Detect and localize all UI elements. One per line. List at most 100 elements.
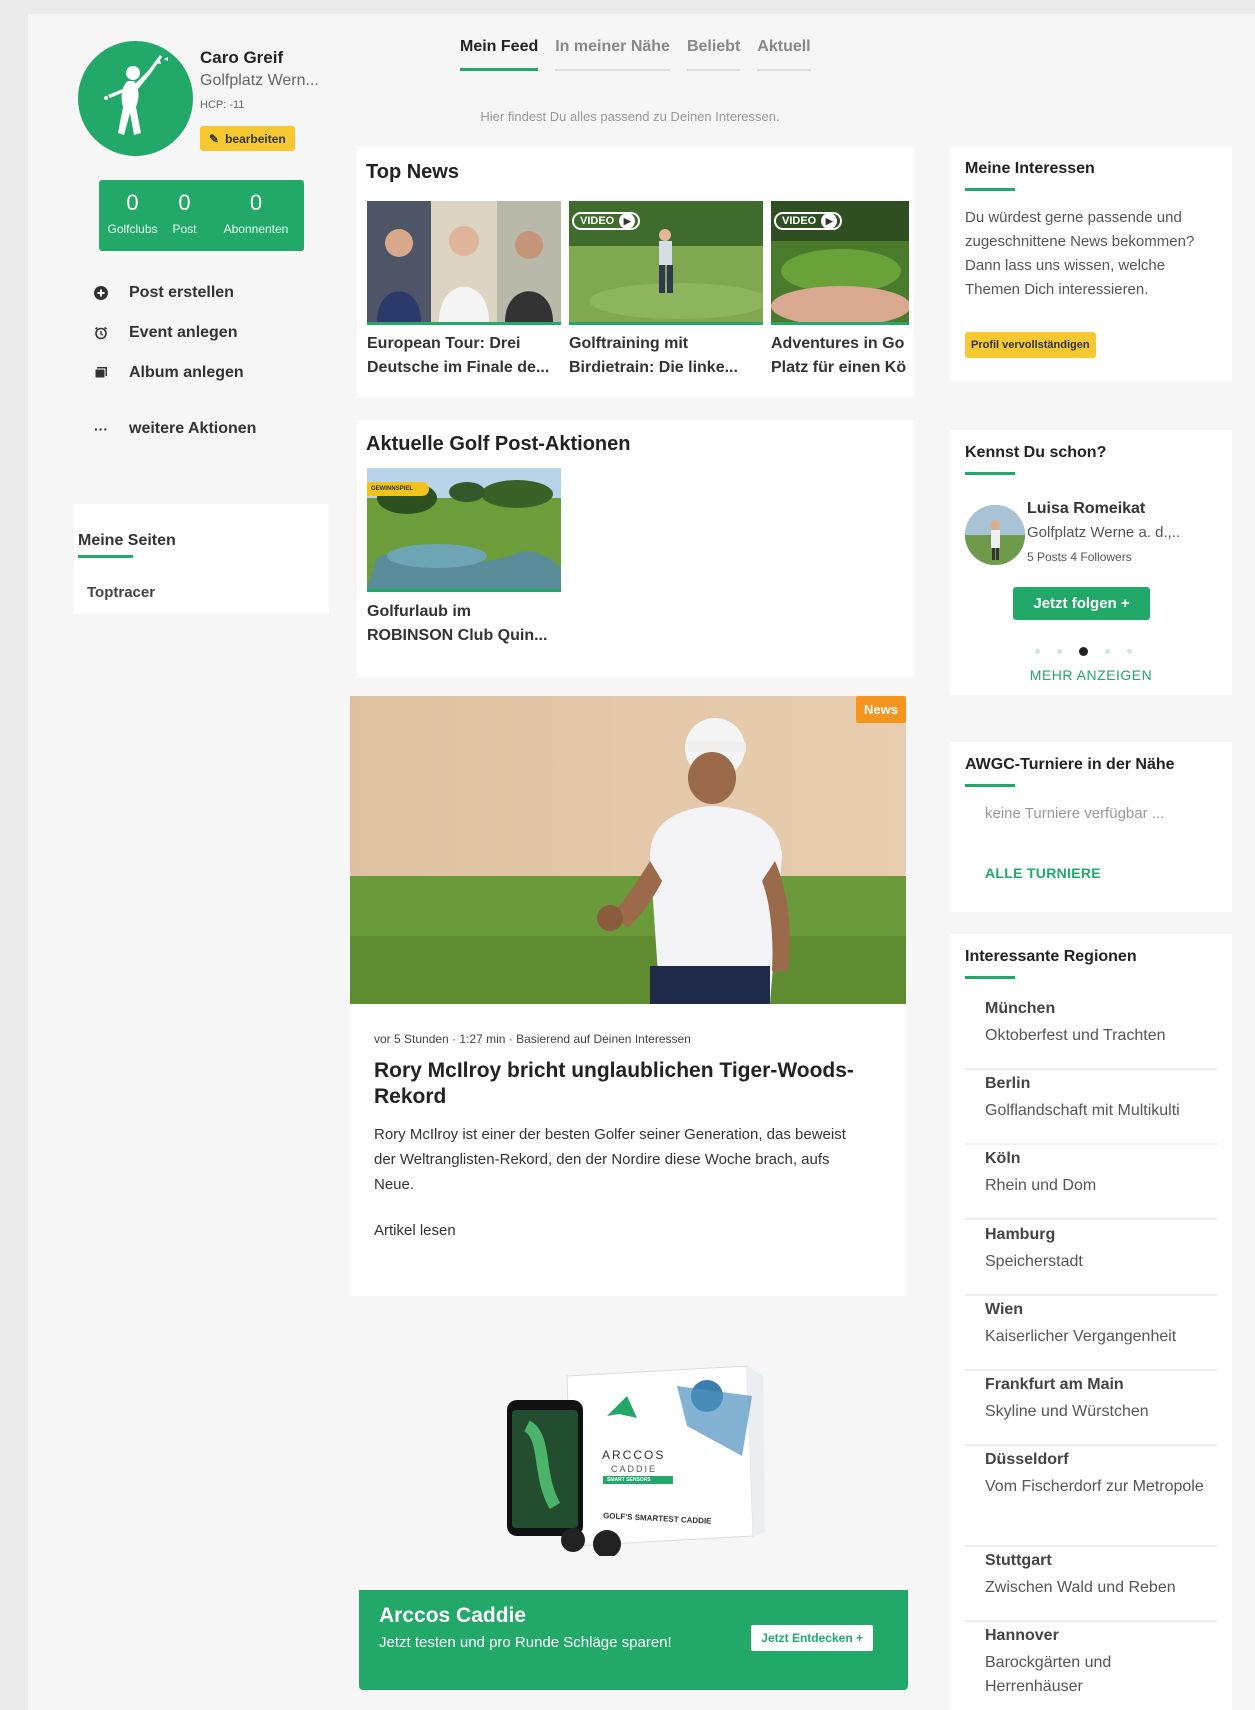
action-weitere-aktionen[interactable]: ··· weitere Aktionen <box>94 420 314 438</box>
action-label: weitere Aktionen <box>129 420 257 437</box>
region-item-muenchen[interactable]: München Oktoberfest und Trachten <box>965 1000 1217 1070</box>
article-meta: vor 5 Stunden · 1:27 min · Basierend auf… <box>374 1032 691 1046</box>
feed-tabs: Mein Feed In meiner Nähe Beliebt Aktuell <box>460 38 811 71</box>
suggest-avatar[interactable] <box>965 505 1025 565</box>
article-card: News vor 5 Stunden · 1:27 min · Basieren… <box>350 696 906 1296</box>
top-news-caption-3[interactable]: Adventures in Go Platz für einen Kö <box>771 332 911 380</box>
region-desc: Zwischen Wald und Reben <box>985 1579 1176 1596</box>
title-underline <box>965 472 1015 475</box>
carousel-dot[interactable] <box>1105 649 1110 654</box>
top-news-thumb-2[interactable]: VIDEO <box>569 201 763 325</box>
more-dots-icon: ··· <box>94 421 108 437</box>
tab-aktuell[interactable]: Aktuell <box>757 38 811 71</box>
show-more-link[interactable]: MEHR ANZEIGEN <box>950 667 1232 683</box>
carousel-dot[interactable] <box>1127 649 1132 654</box>
caption-line: European Tour: Drei <box>367 335 521 352</box>
album-icon <box>94 366 108 380</box>
interests-title: Meine Interessen <box>965 160 1095 177</box>
caption-line: Platz für einen Kö <box>771 359 907 376</box>
region-item-hamburg[interactable]: Hamburg Speicherstadt <box>965 1226 1217 1296</box>
region-name: Frankfurt am Main <box>985 1376 1124 1393</box>
article-title[interactable]: Rory McIlroy bricht unglaublichen Tiger-… <box>374 1058 874 1110</box>
regions-title: Interessante Regionen <box>965 948 1137 965</box>
tournaments-panel: AWGC-Turniere in der Nähe keine Turniere… <box>950 742 1232 912</box>
suggest-club: Golfplatz Werne a. d.,.. <box>1027 524 1181 541</box>
top-news-thumb-3[interactable]: VIDEO <box>771 201 909 325</box>
post-actions-title: Aktuelle Golf Post-Aktionen <box>366 433 631 455</box>
region-item-duesseldorf[interactable]: Düsseldorf Vom Fischerdorf zur Metropole <box>965 1451 1217 1547</box>
read-article-link[interactable]: Artikel lesen <box>374 1222 456 1239</box>
top-news-caption-2[interactable]: Golftraining mit Birdietrain: Die linke.… <box>569 332 759 380</box>
action-label: Post erstellen <box>129 284 234 301</box>
news-badge: News <box>856 696 906 723</box>
carousel-dots <box>1035 647 1132 656</box>
tab-in-meiner-naehe[interactable]: In meiner Nähe <box>555 38 670 71</box>
stat-golfclubs[interactable]: 0 Golfclubs <box>105 190 160 236</box>
pencil-icon: ✎ <box>209 131 220 146</box>
region-desc: Vom Fischerdorf zur Metropole <box>985 1478 1204 1495</box>
ad-text: Jetzt testen und pro Runde Schläge spare… <box>379 1634 672 1651</box>
region-item-koeln[interactable]: Köln Rhein und Dom <box>965 1150 1217 1220</box>
ad-card: ARCCOS CADDIE SMART SENSORS GOLF'S SMART… <box>357 1320 914 1710</box>
region-item-stuttgart[interactable]: Stuttgart Zwischen Wald und Reben <box>965 1552 1217 1622</box>
carousel-dot[interactable] <box>1057 649 1062 654</box>
region-desc: Golflandschaft mit Multikulti <box>985 1102 1180 1119</box>
ad-banner: Arccos Caddie Jetzt testen und pro Runde… <box>359 1590 908 1690</box>
tournaments-title: AWGC-Turniere in der Nähe <box>965 756 1175 773</box>
region-item-berlin[interactable]: Berlin Golflandschaft mit Multikulti <box>965 1075 1217 1145</box>
carousel-dot-active[interactable] <box>1079 647 1088 656</box>
page: Caro Greif Golfplatz Wern... HCP: -11 ✎ … <box>28 14 1255 1710</box>
profile-stats: 0 Golfclubs 0 Post 0 Abonnenten <box>99 180 304 251</box>
region-name: Hamburg <box>985 1226 1056 1243</box>
edit-profile-button[interactable]: ✎ bearbeiten <box>200 126 295 151</box>
interests-panel: Meine Interessen Du würdest gerne passen… <box>950 146 1232 382</box>
region-item-wien[interactable]: Wien Kaiserlicher Vergangenheit <box>965 1301 1217 1371</box>
stat-post[interactable]: 0 Post <box>167 190 202 236</box>
caption-line: Birdietrain: Die linke... <box>569 359 738 376</box>
tab-beliebt[interactable]: Beliebt <box>686 38 741 71</box>
post-action-caption[interactable]: Golfurlaub im ROBINSON Club Quin... <box>367 600 557 648</box>
action-post-erstellen[interactable]: Post erstellen <box>94 284 314 302</box>
stat-label: Abonnenten <box>223 222 289 236</box>
all-tournaments-link[interactable]: ALLE TURNIERE <box>985 865 1101 881</box>
caption-line: ROBINSON Club Quin... <box>367 627 548 644</box>
stat-abonnenten[interactable]: 0 Abonnenten <box>211 190 301 236</box>
caption-line: Deutsche im Finale de... <box>367 359 550 376</box>
post-action-thumb[interactable]: GEWINNSPIEL <box>367 468 561 592</box>
ad-product-image[interactable]: ARCCOS CADDIE SMART SENSORS GOLF'S SMART… <box>507 1356 767 1558</box>
region-desc: Oktoberfest und Trachten <box>985 1027 1166 1044</box>
region-name: Stuttgart <box>985 1552 1052 1569</box>
title-underline <box>965 784 1015 787</box>
interests-text: Du würdest gerne passende und zugeschnit… <box>965 209 1195 298</box>
caption-line: Golfurlaub im <box>367 603 471 620</box>
action-event-anlegen[interactable]: Event anlegen <box>94 324 314 342</box>
follow-button[interactable]: Jetzt folgen + <box>1013 587 1150 620</box>
region-desc: Kaiserlicher Vergangenheit <box>985 1328 1177 1345</box>
complete-profile-button[interactable]: Profil vervollständigen <box>965 332 1096 358</box>
region-desc: Rhein und Dom <box>985 1177 1097 1194</box>
article-text: Rory McIlroy ist einer der besten Golfer… <box>374 1126 846 1193</box>
profile-name[interactable]: Caro Greif <box>200 48 283 68</box>
top-news-thumb-1[interactable] <box>367 201 561 325</box>
post-actions-card: Aktuelle Golf Post-Aktionen GEWINNSPIEL … <box>357 420 914 678</box>
top-news-caption-1[interactable]: European Tour: Drei Deutsche im Finale d… <box>367 332 557 380</box>
region-item-frankfurt[interactable]: Frankfurt am Main Skyline und Würstchen <box>965 1376 1217 1446</box>
region-name: Wien <box>985 1301 1024 1318</box>
ad-discover-button[interactable]: Jetzt Entdecken + <box>751 1625 873 1651</box>
tab-mein-feed[interactable]: Mein Feed <box>460 38 539 71</box>
stat-value: 0 <box>178 190 191 215</box>
caption-line: Adventures in Go <box>771 335 905 352</box>
profile-avatar[interactable] <box>78 41 193 156</box>
stat-value: 0 <box>126 190 139 215</box>
my-pages-item-toptracer[interactable]: Toptracer <box>87 584 155 601</box>
region-desc: Barockgärten und Herrenhäuser <box>985 1654 1112 1695</box>
golfer-silhouette-icon <box>104 55 168 135</box>
ad-brand: ARCCOS <box>602 1448 666 1462</box>
my-pages-panel: Meine Seiten Toptracer <box>74 504 329 614</box>
article-image[interactable] <box>350 696 906 1004</box>
region-name: Berlin <box>985 1075 1031 1092</box>
action-album-anlegen[interactable]: Album anlegen <box>94 364 314 382</box>
suggest-name[interactable]: Luisa Romeikat <box>1027 500 1145 518</box>
region-item-hannover[interactable]: Hannover Barockgärten und Herrenhäuser <box>965 1627 1217 1707</box>
carousel-dot[interactable] <box>1035 649 1040 654</box>
